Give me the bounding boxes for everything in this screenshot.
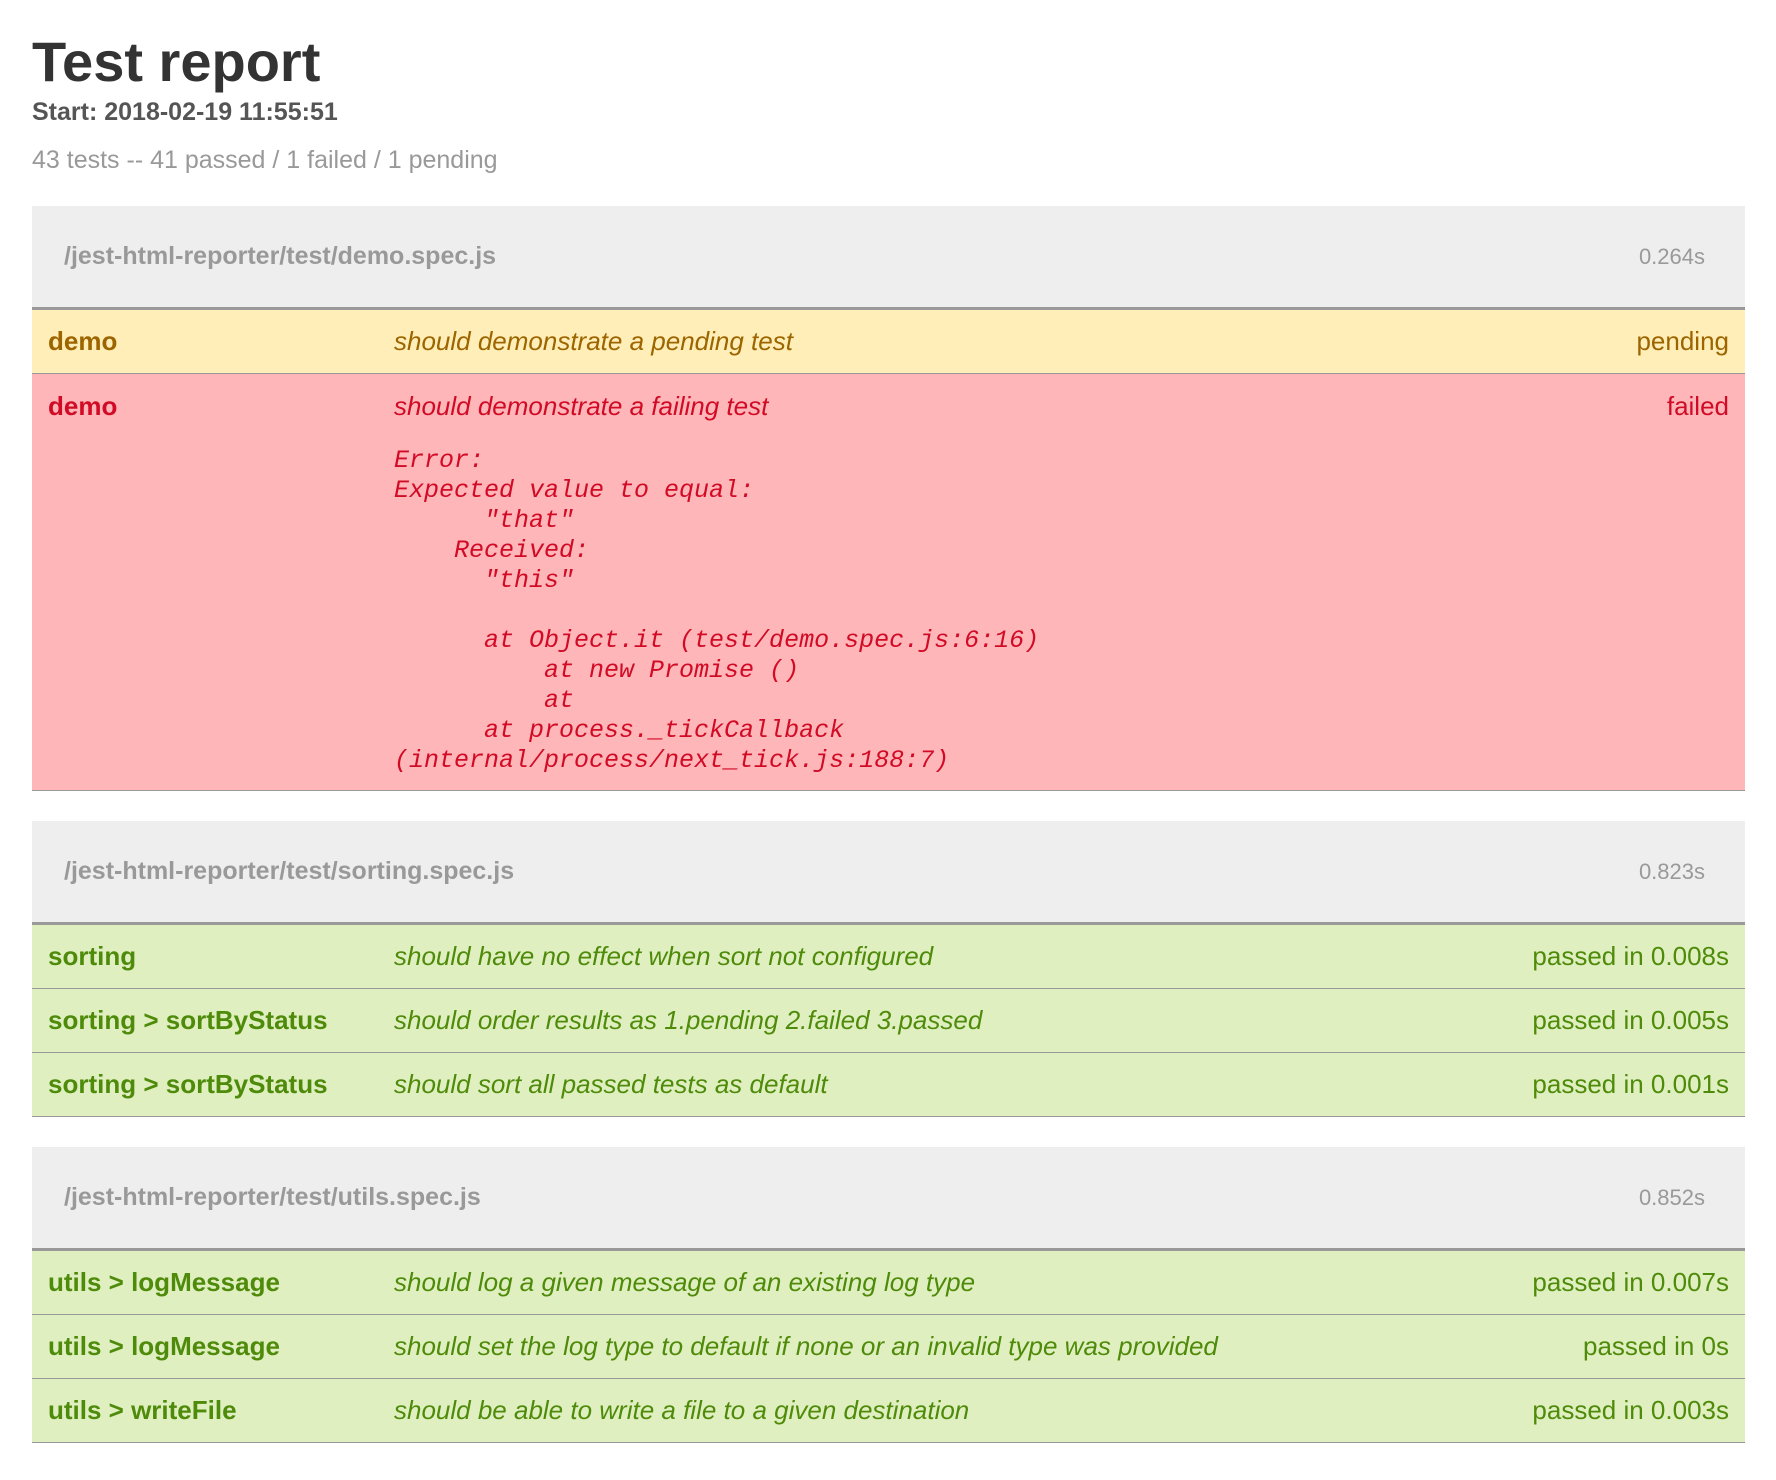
test-status: passed in 0.005s [1532,1005,1729,1035]
page-title: Test report [32,30,321,93]
error-message: Error: Expected value to equal: "that" R… [394,446,1040,775]
suite-path: /jest-html-reporter/test/utils.spec.js [64,1183,481,1211]
suite-path: /jest-html-reporter/test/demo.spec.js [64,242,497,270]
test-details: should demonstrate a failing test Error:… [394,388,1667,776]
test-status: passed in 0s [1583,1331,1729,1361]
test-row: utils > logMessage should log a given me… [32,1251,1745,1315]
test-status: passed in 0.003s [1532,1395,1729,1425]
suite-duration: 0.852s [1638,1184,1705,1210]
test-suite-name: demo [48,391,118,421]
test-suite-name: sorting > sortByStatus [48,1005,328,1035]
test-status: passed in 0.001s [1532,1069,1729,1099]
suite-header: /jest-html-reporter/test/demo.spec.js 0.… [32,206,1745,310]
test-suite: /jest-html-reporter/test/sorting.spec.js… [32,821,1745,1117]
test-row: sorting > sortByStatus should sort all p… [32,1053,1745,1117]
test-row: sorting should have no effect when sort … [32,925,1745,989]
suite-duration: 0.264s [1638,243,1705,269]
report-page: Test report Start: 2018-02-19 11:55:51 4… [0,0,1776,1443]
test-title: should have no effect when sort not conf… [394,941,934,971]
test-status: passed in 0.008s [1532,941,1729,971]
suite-duration: 0.823s [1638,858,1705,884]
test-row: utils > logMessage should set the log ty… [32,1315,1745,1379]
test-title: should be able to write a file to a give… [394,1395,970,1425]
test-suite-name: utils > writeFile [48,1395,237,1425]
test-row: sorting > sortByStatus should order resu… [32,989,1745,1053]
test-title: should demonstrate a pending test [394,326,793,356]
test-suite-name: utils > logMessage [48,1331,280,1361]
test-status: passed in 0.007s [1532,1267,1729,1297]
test-row: utils > writeFile should be able to writ… [32,1379,1745,1443]
test-row: demo should demonstrate a pending test p… [32,310,1745,374]
test-suite: /jest-html-reporter/test/utils.spec.js 0… [32,1147,1745,1443]
test-title: should sort all passed tests as default [394,1069,828,1099]
test-summary: 43 tests -- 41 passed / 1 failed / 1 pen… [32,146,498,174]
start-time: Start: 2018-02-19 11:55:51 [32,98,338,126]
test-status: failed [1666,391,1729,421]
test-suite-name: sorting [48,941,137,971]
suite-path: /jest-html-reporter/test/sorting.spec.js [64,857,515,885]
test-title: should set the log type to default if no… [394,1331,1218,1361]
suite-header: /jest-html-reporter/test/utils.spec.js 0… [32,1147,1745,1251]
test-title: should order results as 1.pending 2.fail… [394,1005,983,1035]
test-suite-name: demo [48,326,118,356]
test-suite: /jest-html-reporter/test/demo.spec.js 0.… [32,206,1745,791]
suite-header: /jest-html-reporter/test/sorting.spec.js… [32,821,1745,925]
test-row: demo should demonstrate a failing test E… [32,374,1745,791]
test-title: should demonstrate a failing test [394,391,769,421]
test-status: pending [1636,326,1729,356]
test-title: should log a given message of an existin… [394,1267,976,1297]
test-suite-name: sorting > sortByStatus [48,1069,328,1099]
test-suite-name: utils > logMessage [48,1267,280,1297]
